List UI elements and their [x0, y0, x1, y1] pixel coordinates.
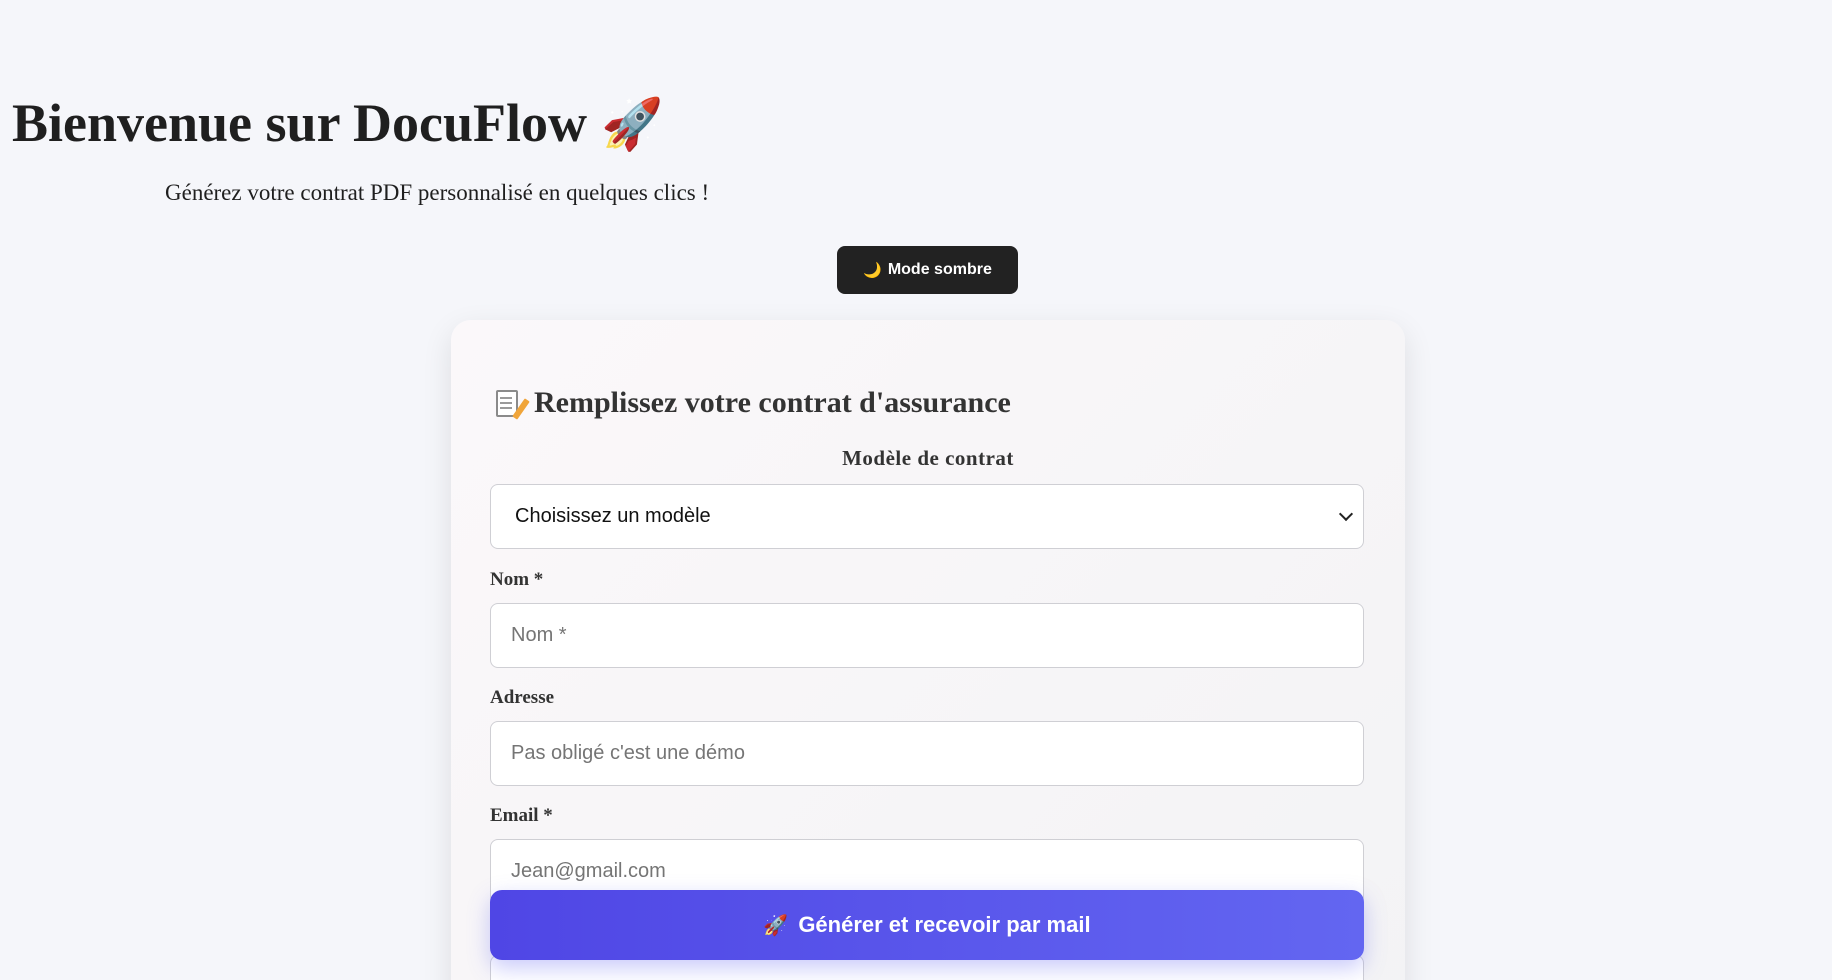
form-title: Remplissez votre contrat d'assurance: [496, 386, 1011, 420]
template-select-value: Choisissez un modèle: [515, 505, 711, 527]
nom-input[interactable]: [490, 603, 1364, 668]
dark-mode-toggle-button[interactable]: 🌙 Mode sombre: [837, 246, 1018, 294]
page-title: Bienvenue sur DocuFlow 🚀: [12, 92, 663, 154]
email-label: Email *: [490, 805, 553, 826]
form-title-text: Remplissez votre contrat d'assurance: [534, 386, 1011, 419]
page: Bienvenue sur DocuFlow 🚀 Générez votre co…: [0, 0, 1832, 980]
dark-mode-label: Mode sombre: [887, 261, 992, 278]
nom-label: Nom *: [490, 569, 544, 590]
page-subtitle: Générez votre contrat PDF personnalisé e…: [165, 180, 710, 205]
contract-form-card: Remplissez votre contrat d'assurance Mod…: [451, 320, 1405, 980]
page-title-text: Bienvenue sur DocuFlow: [12, 93, 588, 153]
template-label: Modèle de contrat: [842, 446, 1014, 470]
memo-icon: [496, 388, 530, 420]
generate-button-label: Générer et recevoir par mail: [798, 912, 1091, 937]
adresse-input[interactable]: [490, 721, 1364, 786]
rocket-icon: 🚀: [601, 96, 664, 152]
chevron-down-icon: [1338, 506, 1354, 522]
rocket-icon: 🚀: [763, 914, 789, 937]
adresse-label: Adresse: [490, 687, 555, 708]
template-select[interactable]: Choisissez un modèle: [490, 484, 1364, 549]
moon-icon: 🌙: [863, 262, 882, 279]
generate-and-email-button[interactable]: 🚀 Générer et recevoir par mail: [490, 890, 1364, 960]
